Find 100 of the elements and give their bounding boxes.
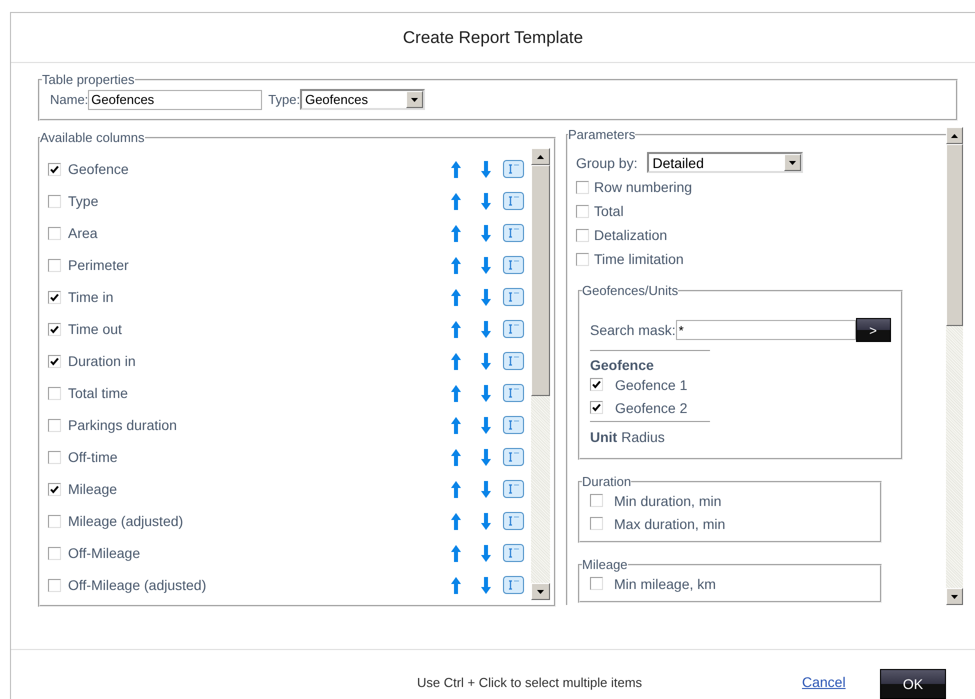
info-icon[interactable] (503, 544, 524, 562)
move-down-icon[interactable] (481, 192, 491, 210)
checkbox-label: Area (68, 225, 98, 241)
move-up-icon[interactable] (451, 352, 461, 370)
checkbox-label: Type (68, 193, 98, 209)
move-down-icon[interactable] (481, 480, 491, 498)
checkbox[interactable] (48, 162, 61, 176)
info-icon[interactable] (503, 352, 524, 370)
move-down-icon[interactable] (481, 288, 491, 306)
checkbox[interactable] (48, 546, 61, 560)
name-field[interactable]: Geofences (88, 90, 262, 110)
checkbox[interactable] (48, 450, 61, 464)
checkbox[interactable] (48, 290, 61, 304)
checkbox-label: Row numbering (594, 179, 692, 195)
scroll-down-icon[interactable] (951, 594, 958, 598)
info-icon[interactable] (503, 192, 524, 210)
panel-legend: Table properties (42, 72, 134, 87)
search-button[interactable]: > (856, 318, 891, 342)
move-down-icon[interactable] (481, 320, 491, 338)
info-icon[interactable] (503, 320, 524, 338)
checkbox[interactable] (590, 378, 603, 391)
checkbox[interactable] (48, 258, 61, 272)
checkbox[interactable] (48, 322, 61, 336)
move-down-icon[interactable] (481, 256, 491, 274)
move-down-icon[interactable] (481, 512, 491, 530)
checkbox-label: Total (594, 203, 624, 219)
checkbox[interactable] (576, 252, 589, 266)
move-up-icon[interactable] (451, 544, 461, 562)
checkbox-label: Min duration, min (614, 492, 722, 508)
checkbox[interactable] (48, 482, 61, 496)
field-label: Group by: (576, 154, 638, 170)
move-up-icon[interactable] (451, 448, 461, 466)
checkbox-label: Duration in (68, 353, 136, 369)
move-up-icon[interactable] (451, 384, 461, 402)
move-up-icon[interactable] (451, 288, 461, 306)
info-icon[interactable] (503, 416, 524, 434)
checkbox[interactable] (48, 386, 61, 400)
checkbox[interactable] (590, 577, 603, 590)
cancel-link[interactable]: Cancel (802, 674, 846, 690)
info-icon[interactable] (503, 160, 524, 178)
move-down-icon[interactable] (481, 224, 491, 242)
checkbox[interactable] (590, 517, 603, 530)
move-up-icon[interactable] (451, 416, 461, 434)
checkbox[interactable] (48, 354, 61, 368)
info-icon[interactable] (503, 576, 524, 594)
info-icon[interactable] (503, 224, 524, 242)
checkbox-label: Min mileage, km (614, 576, 716, 592)
scroll-up-icon[interactable] (951, 134, 958, 138)
checkbox-label: Off-Mileage (adjusted) (68, 577, 206, 593)
checkbox-label: Geofence (68, 161, 129, 177)
move-up-icon[interactable] (451, 224, 461, 242)
move-up-icon[interactable] (451, 320, 461, 338)
checkbox[interactable] (576, 204, 589, 218)
move-up-icon[interactable] (451, 192, 461, 210)
checkbox[interactable] (48, 578, 61, 592)
move-up-icon[interactable] (451, 256, 461, 274)
checkbox-label: Total time (68, 385, 128, 401)
checkbox-label: Time in (68, 289, 114, 305)
checkbox-label: Mileage (adjusted) (68, 513, 184, 529)
move-down-icon[interactable] (481, 416, 491, 434)
search-mask-field[interactable]: * (676, 320, 856, 340)
group-by-dropdown[interactable]: Detailed (647, 152, 804, 173)
move-down-icon[interactable] (481, 448, 491, 466)
scrollbar[interactable] (946, 127, 963, 605)
move-up-icon[interactable] (451, 512, 461, 530)
move-up-icon[interactable] (451, 576, 461, 594)
move-down-icon[interactable] (481, 352, 491, 370)
info-icon[interactable] (503, 512, 524, 530)
type-dropdown[interactable]: Geofences (300, 89, 426, 110)
move-up-icon[interactable] (451, 160, 461, 178)
scroll-down-icon[interactable] (537, 590, 544, 594)
move-up-icon[interactable] (451, 480, 461, 498)
info-icon[interactable] (503, 384, 524, 402)
hint-text: Use Ctrl + Click to select multiple items (417, 675, 642, 690)
checkbox-label: Time limitation (594, 251, 684, 267)
scrollbar[interactable] (531, 148, 550, 600)
panel-legend: Mileage (582, 557, 628, 572)
checkbox-label: Time out (68, 321, 122, 337)
checkbox[interactable] (48, 514, 61, 528)
checkbox[interactable] (590, 494, 603, 507)
dialog-title: Create Report Template (402, 28, 584, 48)
checkbox[interactable] (576, 180, 589, 194)
list-heading: Unit (590, 429, 618, 445)
move-down-icon[interactable] (481, 576, 491, 594)
checkbox-label: Detalization (594, 227, 668, 243)
info-icon[interactable] (503, 448, 524, 466)
checkbox[interactable] (48, 194, 61, 208)
ok-button[interactable]: OK (880, 669, 946, 699)
scroll-up-icon[interactable] (537, 154, 544, 158)
checkbox[interactable] (48, 418, 61, 432)
move-down-icon[interactable] (481, 384, 491, 402)
info-icon[interactable] (503, 288, 524, 306)
panel-legend: Duration (582, 474, 632, 489)
info-icon[interactable] (503, 480, 524, 498)
move-down-icon[interactable] (481, 160, 491, 178)
checkbox[interactable] (48, 226, 61, 240)
checkbox[interactable] (576, 228, 589, 242)
move-down-icon[interactable] (481, 544, 491, 562)
checkbox[interactable] (590, 401, 603, 414)
info-icon[interactable] (503, 256, 524, 274)
